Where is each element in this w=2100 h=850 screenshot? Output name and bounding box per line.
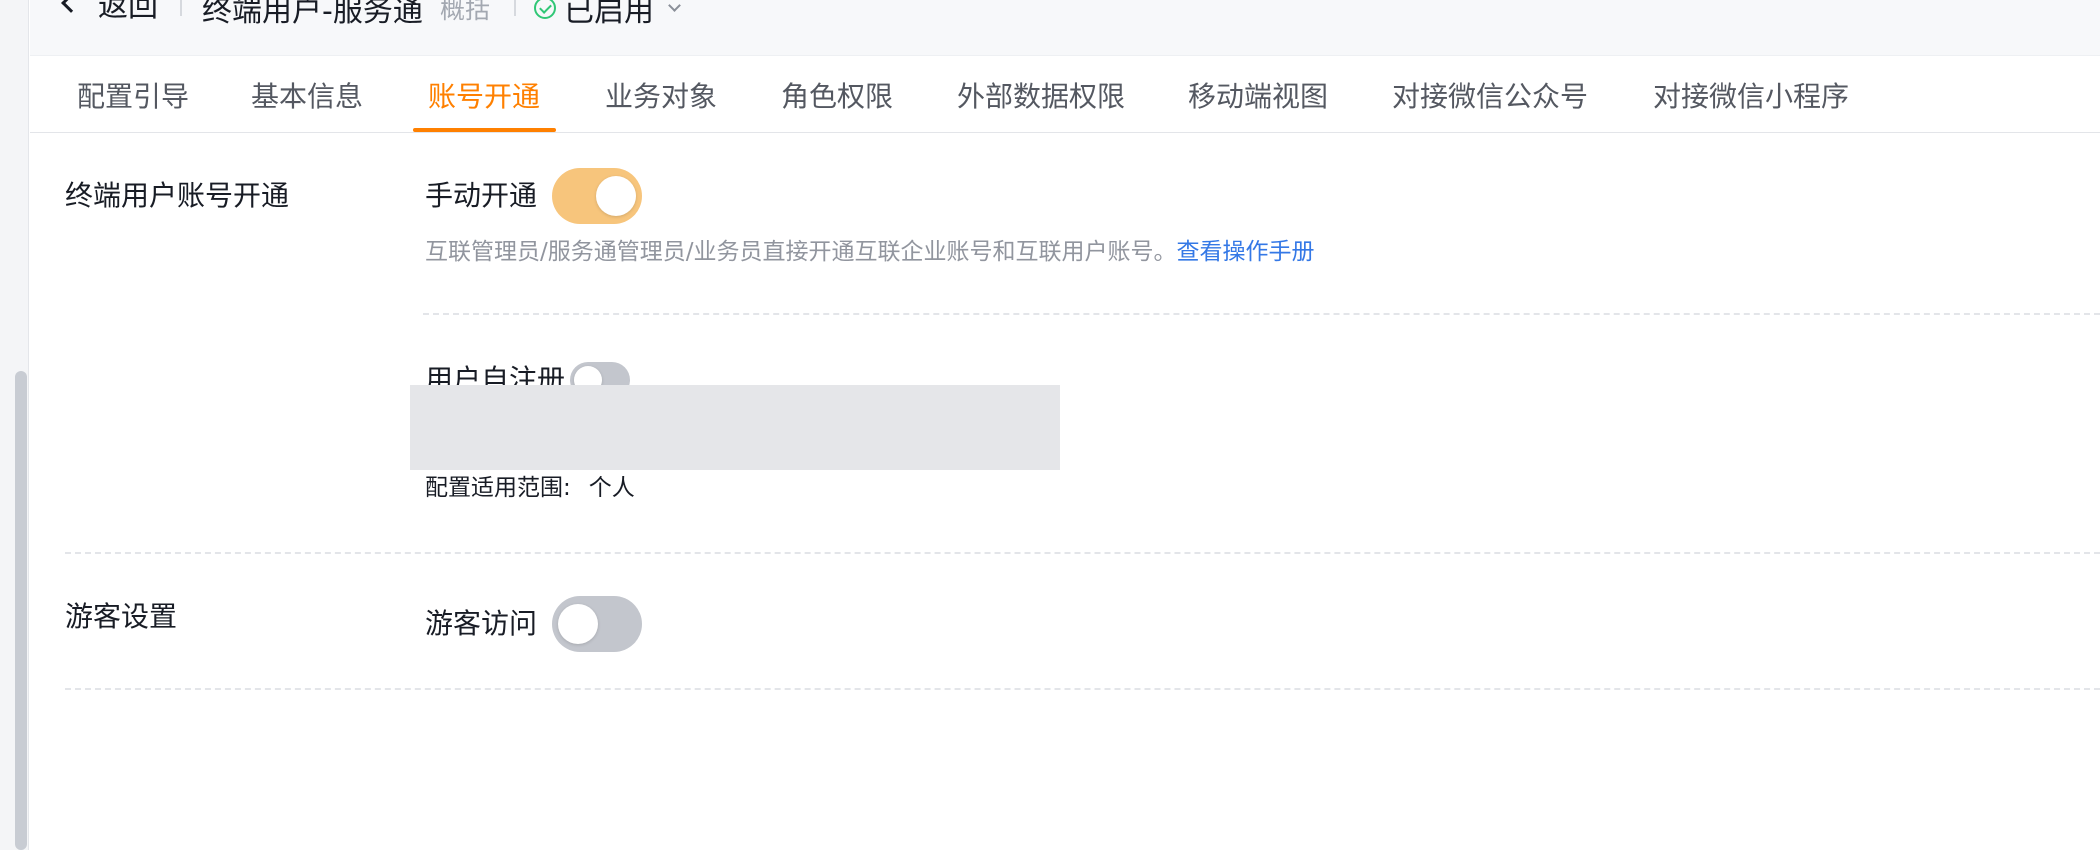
tab-wechat-official-account[interactable]: 对接微信公众号: [1392, 75, 1588, 115]
description-text: 互联管理员/服务通管理员/业务员直接开通互联企业账号和互联用户账号。: [425, 239, 1177, 265]
manual-open-description: 互联管理员/服务通管理员/业务员直接开通互联企业账号和互联用户账号。查看操作手册: [425, 232, 1315, 266]
header-bar: 返回 终端用户-服务通 概括 已启用: [30, 0, 2100, 56]
section-title-guest: 游客设置: [65, 600, 178, 633]
object-subtitle: 概括: [440, 0, 491, 24]
back-button[interactable]: 返回: [61, 0, 158, 24]
tab-role-permissions[interactable]: 角色权限: [781, 75, 893, 115]
divider: [514, 0, 516, 16]
divider: [65, 688, 2100, 690]
tab-basic-info[interactable]: 基本信息: [251, 75, 363, 115]
tab-mobile-view[interactable]: 移动端视图: [1188, 75, 1328, 115]
scope-label: 配置适用范围:: [425, 475, 571, 501]
tab-wechat-mini-program[interactable]: 对接微信小程序: [1653, 75, 1849, 115]
manual-open-label: 手动开通: [425, 179, 538, 212]
left-rail: [0, 0, 29, 850]
toggle-knob: [596, 176, 636, 216]
scope-value: 个人: [588, 475, 635, 501]
guest-visit-toggle[interactable]: [552, 596, 642, 652]
manual-link[interactable]: 查看操作手册: [1177, 239, 1315, 265]
section-title-account: 终端用户账号开通: [65, 179, 290, 212]
manual-open-toggle[interactable]: [552, 168, 642, 224]
redacted-region: [410, 385, 1060, 470]
back-label: 返回: [98, 0, 158, 24]
page-content: 返回 终端用户-服务通 概括 已启用 配置引导 基本信息 账号开通 业务对象 角…: [30, 0, 2100, 850]
chevron-down-icon: [668, 0, 681, 12]
guest-visit-label: 游客访问: [425, 607, 538, 640]
tab-business-objects[interactable]: 业务对象: [605, 75, 717, 115]
chevron-left-icon: [61, 0, 81, 13]
tab-external-data-permissions[interactable]: 外部数据权限: [957, 75, 1125, 115]
status-dropdown[interactable]: 已启用: [534, 0, 681, 30]
status-label: 已启用: [564, 0, 654, 29]
scope-setting: 配置适用范围: 个人: [425, 468, 635, 502]
tab-bar: 配置引导 基本信息 账号开通 业务对象 角色权限 外部数据权限 移动端视图 对接…: [30, 57, 2100, 133]
active-tab-indicator: [413, 128, 556, 132]
scrollbar-thumb[interactable]: [15, 371, 27, 850]
divider: [65, 552, 2100, 554]
check-circle-icon: [534, 0, 556, 19]
toggle-knob: [558, 604, 598, 644]
divider: [423, 313, 2100, 315]
tab-config-guide[interactable]: 配置引导: [77, 75, 189, 115]
object-name: 终端用户-服务通: [202, 0, 423, 29]
tab-account-opening[interactable]: 账号开通: [428, 75, 540, 115]
divider: [180, 0, 182, 16]
